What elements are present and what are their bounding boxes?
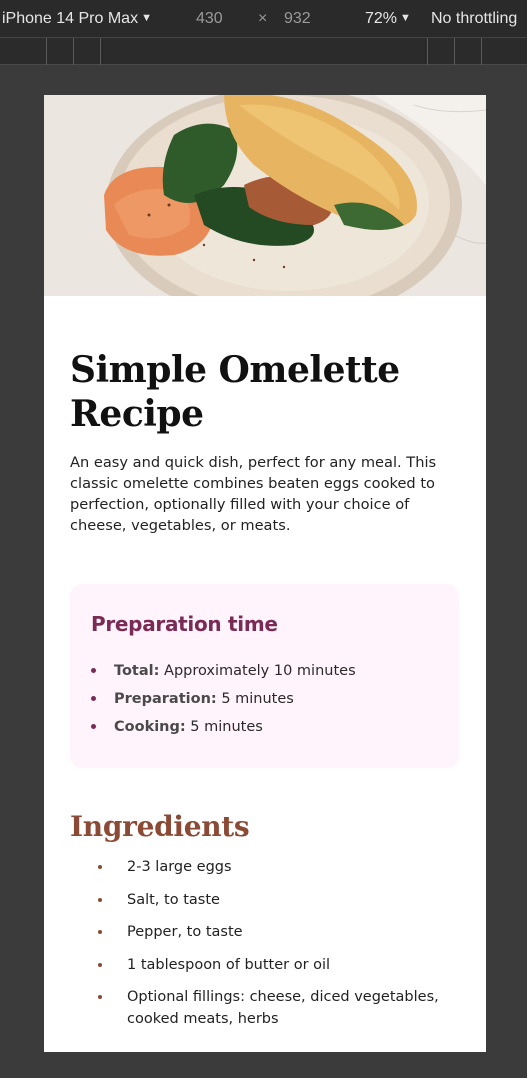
chevron-down-icon: ▼ <box>400 12 411 24</box>
zoom-value: 72% <box>365 10 398 27</box>
breakpoint-marker[interactable] <box>454 38 455 65</box>
devtools-toolbar: iPhone 14 Pro Max ▼ 430 × 932 72% ▼ No thr… <box>0 0 527 37</box>
prep-value: Approximately 10 minutes <box>164 663 356 679</box>
breakpoint-marker[interactable] <box>46 38 47 65</box>
list-item: 1 tablespoon of butter or oil <box>98 954 457 976</box>
list-item: Pepper, to taste <box>98 921 457 943</box>
prep-label: Total: <box>114 663 160 679</box>
device-name: iPhone 14 Pro Max <box>2 10 139 27</box>
recipe-description: An easy and quick dish, perfect for any … <box>70 454 437 534</box>
list-item: 2-3 large eggs <box>98 856 457 878</box>
preparation-heading: Preparation time <box>91 612 278 636</box>
preparation-list: Total: Approximately 10 minutes Preparat… <box>91 662 434 746</box>
omelette-image <box>44 95 486 296</box>
list-item: Optional fillings: cheese, diced vegetab… <box>98 986 457 1030</box>
device-viewport: Simple Omelette Recipe An easy and quick… <box>44 95 486 1052</box>
prep-label: Cooking: <box>114 719 186 735</box>
breakpoint-marker[interactable] <box>427 38 428 65</box>
list-item: Cooking: 5 minutes <box>91 718 434 746</box>
throttle-select[interactable]: No throttling <box>431 10 517 28</box>
ingredients-heading: Ingredients <box>70 810 250 843</box>
breakpoint-marker[interactable] <box>73 38 74 65</box>
media-query-bar <box>0 37 527 65</box>
list-item: Total: Approximately 10 minutes <box>91 662 434 690</box>
ingredients-list: 2-3 large eggs Salt, to taste Pepper, to… <box>98 856 457 1041</box>
prep-label: Preparation: <box>114 691 217 707</box>
omelette-illustration <box>44 95 486 296</box>
dimension-separator: × <box>258 10 268 27</box>
chevron-down-icon: ▼ <box>141 12 152 24</box>
device-select[interactable]: iPhone 14 Pro Max ▼ <box>2 10 152 28</box>
width-input[interactable]: 430 <box>196 10 223 28</box>
breakpoint-marker[interactable] <box>481 38 482 65</box>
zoom-select[interactable]: 72% ▼ <box>365 10 411 28</box>
preparation-time-card: Preparation time Total: Approximately 10… <box>70 584 459 768</box>
prep-value: 5 minutes <box>190 719 263 735</box>
height-input[interactable]: 932 <box>284 10 311 28</box>
prep-value: 5 minutes <box>221 691 294 707</box>
page-title: Simple Omelette Recipe <box>70 349 400 435</box>
list-item: Salt, to taste <box>98 889 457 911</box>
breakpoint-marker[interactable] <box>100 38 101 65</box>
list-item: Preparation: 5 minutes <box>91 690 434 718</box>
